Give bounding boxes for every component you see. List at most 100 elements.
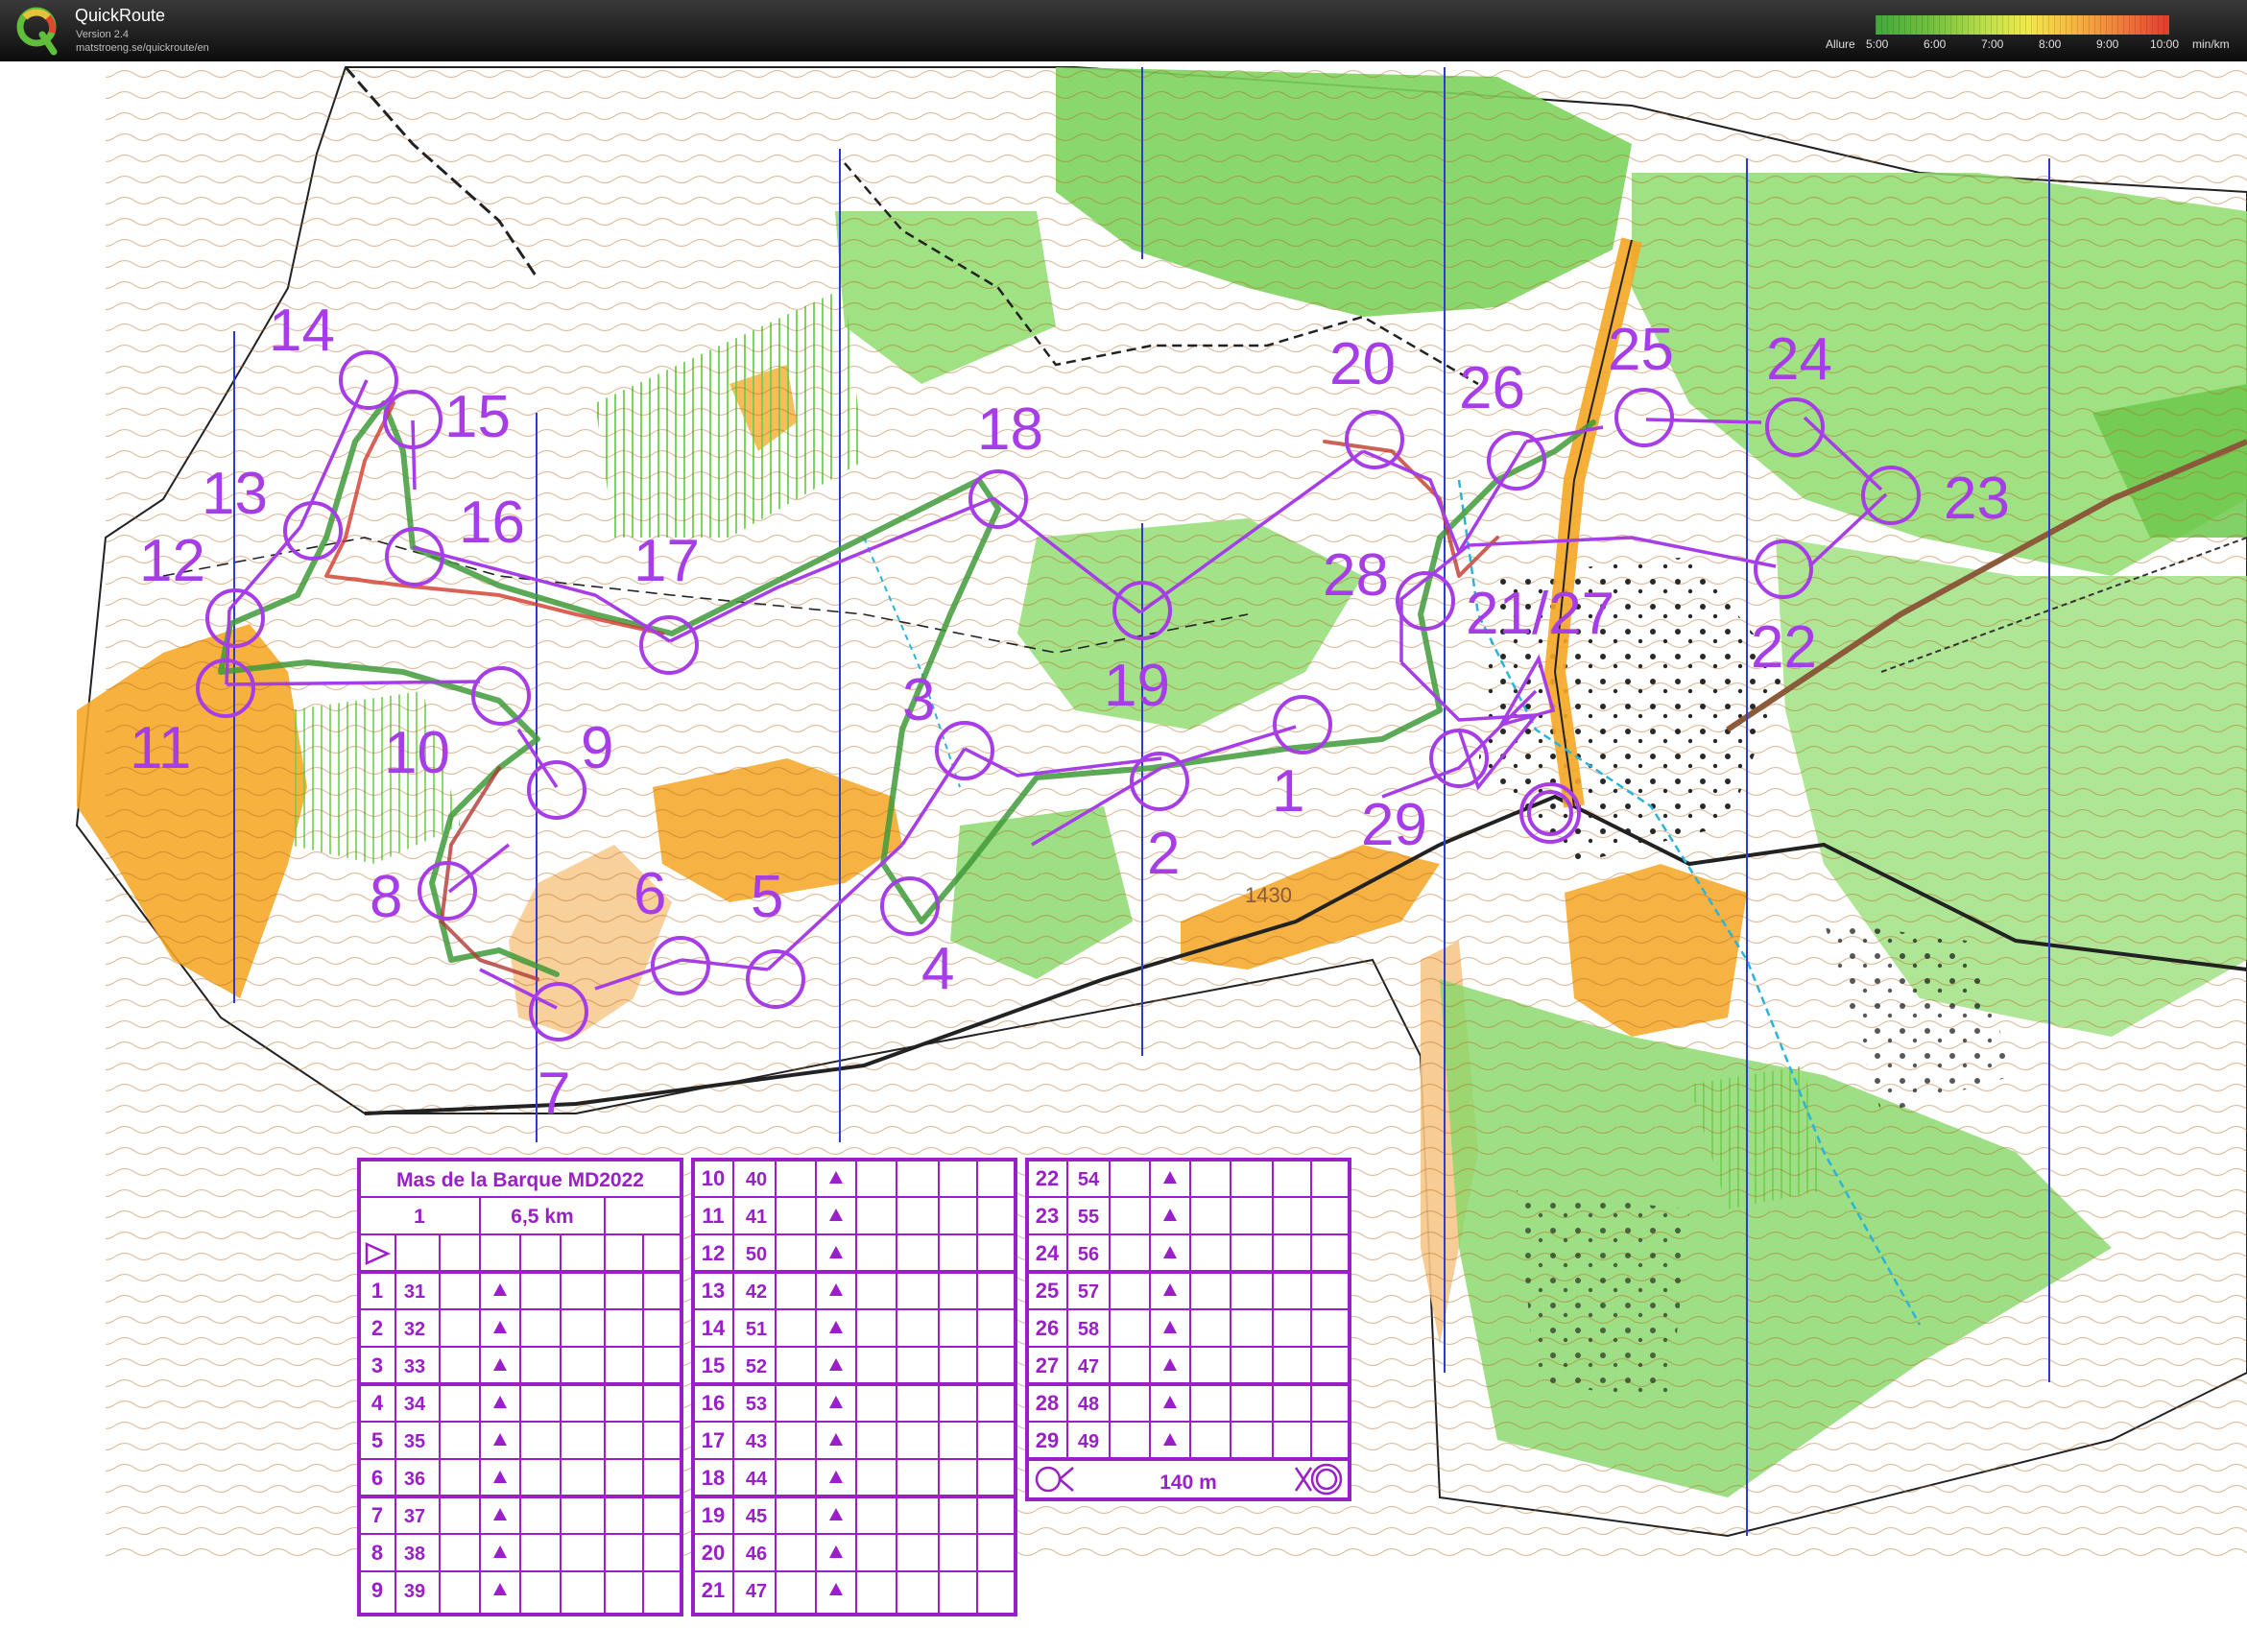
control-number: 2 bbox=[371, 1316, 383, 1340]
control-label: 19 bbox=[1104, 653, 1170, 719]
control-number: 8 bbox=[371, 1541, 383, 1565]
control-label: 14 bbox=[269, 298, 335, 364]
control-number: 5 bbox=[371, 1428, 383, 1452]
control-number: 13 bbox=[702, 1279, 725, 1303]
pace-label: Allure bbox=[1826, 37, 1855, 51]
control-code: 58 bbox=[1078, 1319, 1099, 1340]
control-code: 43 bbox=[746, 1431, 767, 1452]
control-label: 23 bbox=[1944, 466, 2010, 532]
control-code: 52 bbox=[746, 1356, 767, 1377]
control-code: 38 bbox=[404, 1544, 425, 1565]
control-label: 3 bbox=[902, 667, 935, 733]
quickroute-logo-icon bbox=[16, 7, 58, 56]
control-label: 7 bbox=[538, 1061, 570, 1127]
control-label: 10 bbox=[384, 720, 450, 786]
app-version: Version 2.4 bbox=[76, 29, 130, 40]
control-number: 22 bbox=[1036, 1166, 1059, 1190]
pace-tick: 6:00 bbox=[1924, 37, 1947, 51]
control-number: 4 bbox=[371, 1391, 384, 1415]
control-label: 25 bbox=[1608, 317, 1674, 383]
control-label: 17 bbox=[633, 528, 700, 594]
control-number: 6 bbox=[371, 1466, 383, 1490]
control-label: 9 bbox=[581, 715, 613, 781]
control-code: 50 bbox=[746, 1244, 767, 1265]
control-code: 54 bbox=[1078, 1169, 1100, 1190]
event-title: Mas de la Barque MD2022 bbox=[396, 1169, 644, 1191]
control-code: 48 bbox=[1078, 1394, 1099, 1415]
control-number: 17 bbox=[702, 1428, 725, 1452]
control-number: 9 bbox=[371, 1578, 383, 1602]
course-length: 6,5 km bbox=[511, 1206, 573, 1228]
control-code: 53 bbox=[746, 1394, 767, 1415]
control-number: 29 bbox=[1036, 1428, 1059, 1452]
control-code: 41 bbox=[746, 1207, 767, 1228]
control-code: 31 bbox=[404, 1281, 425, 1303]
control-code: 47 bbox=[746, 1581, 767, 1602]
control-code: 57 bbox=[1078, 1281, 1099, 1303]
control-number: 10 bbox=[702, 1166, 725, 1190]
control-code: 56 bbox=[1078, 1244, 1099, 1265]
elevation-label: 1430 bbox=[1245, 883, 1292, 907]
control-label: 24 bbox=[1766, 326, 1832, 393]
control-code: 42 bbox=[746, 1281, 767, 1303]
control-number: 3 bbox=[371, 1353, 383, 1377]
control-label: 8 bbox=[370, 864, 402, 930]
control-label: 4 bbox=[921, 936, 954, 1002]
control-number: 24 bbox=[1036, 1241, 1060, 1265]
control-code: 32 bbox=[404, 1319, 425, 1340]
pace-color-scale-ticks bbox=[1876, 15, 2169, 35]
control-number: 12 bbox=[702, 1241, 725, 1265]
course-class: 1 bbox=[414, 1206, 425, 1228]
finish-distance: 140 m bbox=[1159, 1472, 1217, 1494]
title-bar: QuickRoute Version 2.4 matstroeng.se/qui… bbox=[0, 0, 2247, 61]
control-number: 23 bbox=[1036, 1204, 1059, 1228]
control-label: 1 bbox=[1272, 758, 1304, 825]
control-label: 15 bbox=[444, 384, 511, 450]
control-code: 51 bbox=[746, 1319, 767, 1340]
control-code: 44 bbox=[746, 1469, 768, 1490]
control-label: 20 bbox=[1329, 331, 1396, 397]
control-number: 21 bbox=[702, 1578, 725, 1602]
control-number: 27 bbox=[1036, 1353, 1059, 1377]
control-label: 12 bbox=[139, 528, 205, 594]
control-label: 29 bbox=[1361, 792, 1427, 858]
pace-tick: 10:00 bbox=[2150, 37, 2180, 51]
control-label: 11 bbox=[130, 715, 191, 781]
control-label: 21/27 bbox=[1466, 581, 1614, 647]
control-label: 5 bbox=[751, 864, 783, 930]
control-number: 14 bbox=[702, 1316, 726, 1340]
control-label: 18 bbox=[977, 396, 1043, 463]
control-label: 22 bbox=[1751, 614, 1817, 681]
control-number: 19 bbox=[702, 1503, 725, 1527]
app-name: QuickRoute bbox=[75, 6, 166, 25]
control-code: 36 bbox=[404, 1469, 425, 1490]
control-code: 33 bbox=[404, 1356, 425, 1377]
control-code: 55 bbox=[1078, 1207, 1099, 1228]
control-code: 40 bbox=[746, 1169, 767, 1190]
control-code: 49 bbox=[1078, 1431, 1099, 1452]
control-number: 26 bbox=[1036, 1316, 1059, 1340]
pace-tick: 8:00 bbox=[2039, 37, 2062, 51]
control-number: 1 bbox=[371, 1279, 383, 1303]
control-label: 16 bbox=[459, 490, 525, 556]
control-number: 11 bbox=[702, 1204, 724, 1228]
control-label: 26 bbox=[1459, 355, 1525, 421]
control-number: 16 bbox=[702, 1391, 725, 1415]
pace-tick: 5:00 bbox=[1866, 37, 1889, 51]
control-number: 7 bbox=[371, 1503, 383, 1527]
app-url[interactable]: matstroeng.se/quickroute/en bbox=[76, 42, 209, 54]
control-code: 39 bbox=[404, 1581, 425, 1602]
control-number: 20 bbox=[702, 1541, 725, 1565]
control-label: 6 bbox=[633, 861, 666, 927]
control-code: 45 bbox=[746, 1506, 767, 1527]
control-number: 25 bbox=[1036, 1279, 1059, 1303]
control-code: 47 bbox=[1078, 1356, 1099, 1377]
control-code: 37 bbox=[404, 1506, 425, 1527]
control-label: 2 bbox=[1147, 821, 1180, 887]
control-code: 46 bbox=[746, 1544, 767, 1565]
pace-tick: 9:00 bbox=[2096, 37, 2119, 51]
pace-tick: 7:00 bbox=[1981, 37, 2004, 51]
control-number: 18 bbox=[702, 1466, 725, 1490]
control-code: 34 bbox=[404, 1394, 426, 1415]
orienteering-map[interactable]: 1430 1 2 3 4 5 6 7 8 9 10 11 12 13 14 15… bbox=[0, 61, 2247, 1652]
